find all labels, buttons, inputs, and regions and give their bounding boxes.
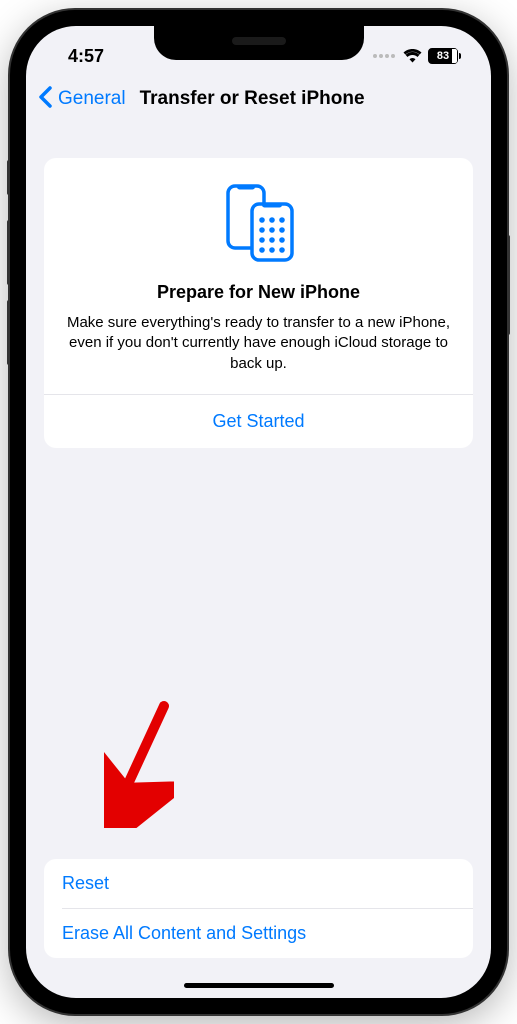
status-time: 4:57 bbox=[56, 46, 104, 67]
prepare-title: Prepare for New iPhone bbox=[64, 282, 453, 303]
notch bbox=[154, 26, 364, 60]
prepare-card: Prepare for New iPhone Make sure everyth… bbox=[44, 158, 473, 448]
back-button[interactable]: General bbox=[58, 88, 126, 110]
phone-screen: 4:57 83 bbox=[26, 26, 491, 998]
navigation-bar: General Transfer or Reset iPhone bbox=[26, 76, 491, 122]
home-indicator[interactable] bbox=[184, 983, 334, 988]
recording-indicator-icon bbox=[373, 54, 395, 58]
spacer bbox=[44, 448, 473, 859]
content-area: Prepare for New iPhone Make sure everyth… bbox=[26, 122, 491, 998]
status-indicators: 83 bbox=[373, 48, 461, 64]
prepare-description: Make sure everything's ready to transfer… bbox=[64, 313, 453, 374]
volume-up-button bbox=[7, 220, 10, 285]
wifi-icon bbox=[403, 49, 422, 63]
battery-icon: 83 bbox=[428, 48, 461, 64]
power-button bbox=[507, 235, 510, 335]
erase-all-button[interactable]: Erase All Content and Settings bbox=[44, 909, 473, 958]
battery-percentage: 83 bbox=[437, 50, 449, 62]
bottom-actions-card: Reset Erase All Content and Settings bbox=[44, 859, 473, 958]
volume-down-button bbox=[7, 300, 10, 365]
reset-button[interactable]: Reset bbox=[44, 859, 473, 908]
back-chevron-icon[interactable] bbox=[38, 85, 52, 113]
devices-transfer-icon bbox=[64, 182, 453, 262]
phone-frame: 4:57 83 bbox=[10, 10, 507, 1014]
get-started-button[interactable]: Get Started bbox=[64, 395, 453, 448]
page-title: Transfer or Reset iPhone bbox=[140, 88, 365, 110]
mute-switch bbox=[7, 160, 10, 195]
